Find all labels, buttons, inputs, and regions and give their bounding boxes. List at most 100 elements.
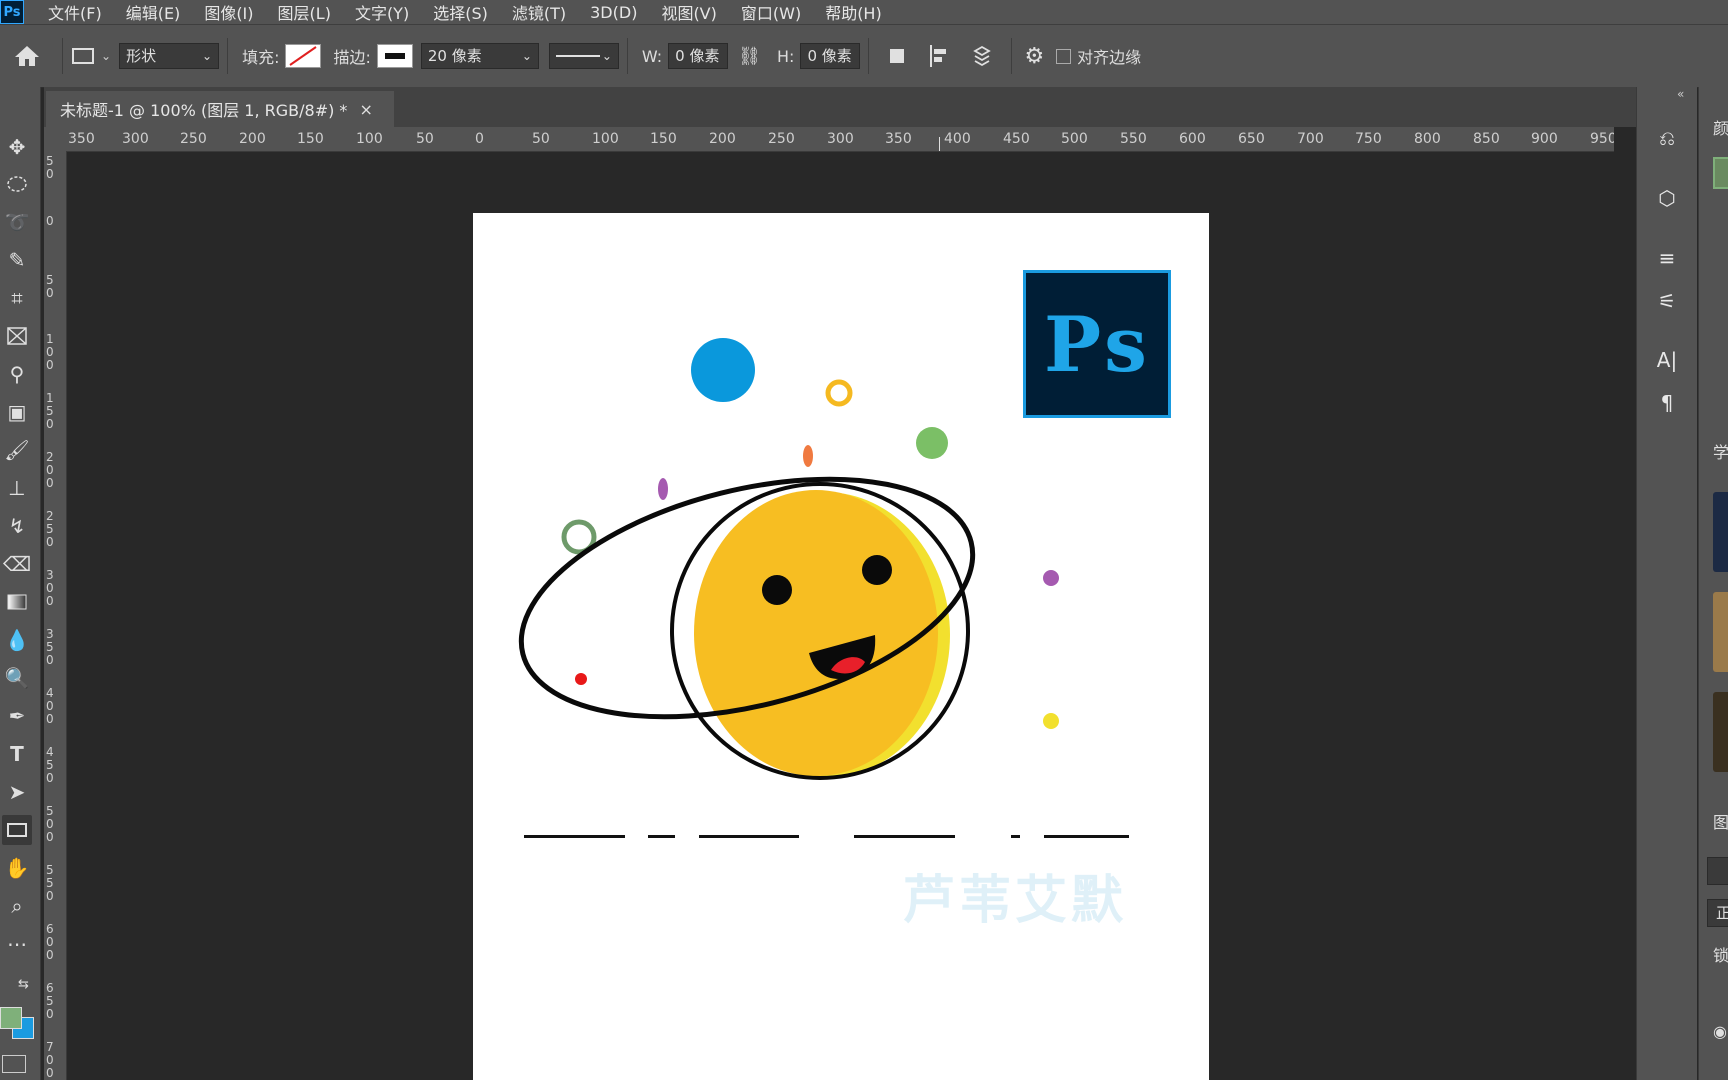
document-canvas[interactable]: Ps 芦苇艾默 [473, 213, 1209, 1080]
pen-tool-icon[interactable]: ✒ [2, 701, 32, 731]
ruler-h-label: 400 [944, 131, 971, 147]
vertical-ruler[interactable]: 5 0 0 5 0 1 0 0 1 5 0 2 0 0 2 5 0 3 0 0 … [44, 151, 67, 1080]
shape-mode-value: 形状 [126, 47, 157, 65]
width-input[interactable]: 0 像素 [668, 43, 729, 69]
menu-type[interactable]: 文字(Y) [355, 0, 409, 24]
stroke-type-select[interactable]: ⌄ [548, 43, 619, 69]
layer-search-field[interactable] [1707, 857, 1728, 885]
blue-dot [691, 338, 755, 402]
eyedropper-tool-icon[interactable]: ⚲ [2, 359, 32, 389]
learn-thumbnail[interactable] [1713, 492, 1728, 572]
foreground-color-swatch[interactable] [0, 1007, 22, 1029]
stroke-label: 描边: [333, 48, 371, 67]
eraser-tool-icon[interactable]: ⌫ [2, 549, 32, 579]
learn-thumbnail[interactable] [1713, 692, 1728, 772]
menu-view[interactable]: 视图(V) [661, 0, 716, 24]
marquee-tool-icon[interactable] [2, 169, 32, 199]
quick-mask-icon[interactable] [2, 1055, 26, 1073]
crop-tool-icon[interactable]: ⌗ [2, 283, 32, 313]
menu-3d[interactable]: 3D(D) [590, 3, 637, 22]
more-tools-icon[interactable]: ⋯ [2, 929, 32, 959]
stroke-size-input[interactable]: 20 像素 ⌄ [420, 43, 539, 69]
learn-panel-tab[interactable]: 学 [1713, 439, 1728, 463]
menu-filter[interactable]: 滤镜(T) [512, 0, 566, 24]
stroke-line-icon [555, 55, 600, 57]
frame-tool-icon[interactable] [2, 321, 32, 351]
adjustments-icon[interactable]: ⚟ [1651, 285, 1683, 317]
separator [626, 38, 628, 74]
move-tool-icon[interactable]: ✥ [2, 132, 32, 162]
ruler-v-label: 3 5 0 [46, 627, 54, 667]
ruler-v-label: 2 5 0 [46, 509, 54, 549]
swap-colors-icon[interactable]: ⇆ [18, 977, 29, 992]
menu-layer[interactable]: 图层(L) [278, 0, 331, 24]
path-arrangement-icon[interactable] [967, 41, 997, 71]
gradient-tool-icon[interactable] [2, 587, 32, 617]
fill-label: 填充: [242, 48, 280, 67]
document-tab-bar: 未标题-1 @ 100% (图层 1, RGB/8#) * × [44, 87, 1636, 127]
history-brush-tool-icon[interactable]: ↯ [2, 511, 32, 541]
ruler-v-label: 6 5 0 [46, 981, 54, 1021]
gear-icon[interactable]: ⚙ [1024, 44, 1044, 69]
menu-window[interactable]: 窗口(W) [741, 0, 801, 24]
menu-select[interactable]: 选择(S) [433, 0, 488, 24]
align-edges-checkbox[interactable] [1056, 48, 1072, 64]
horizontal-ruler[interactable]: 350 300 250 200 150 100 50 0 50 100 150 … [66, 127, 1614, 152]
fill-swatch[interactable] [285, 44, 322, 68]
path-selection-tool-icon[interactable]: ➤ [2, 777, 32, 807]
menu-help[interactable]: 帮助(H) [825, 0, 882, 24]
close-icon[interactable]: × [359, 100, 372, 119]
chevron-down-icon: ⌄ [202, 49, 213, 63]
dodge-tool-icon[interactable]: 🔍 [2, 663, 32, 693]
history-panel-icon[interactable]: ⎌ [1651, 122, 1683, 154]
ruler-h-label: 650 [1238, 131, 1265, 147]
height-input[interactable]: 0 像素 [800, 43, 861, 69]
menu-image[interactable]: 图像(I) [204, 0, 253, 24]
options-bar: ⌄ 形状 ⌄ 填充: 描边: 20 像素 ⌄ ⌄ W: 0 像素 ⛓ H: 0 … [0, 24, 1728, 88]
character-panel-icon[interactable]: A| [1651, 344, 1683, 376]
blur-tool-icon[interactable]: 💧 [2, 625, 32, 655]
brush-settings-icon[interactable]: ≡ [1651, 242, 1683, 274]
ruler-h-label: 350 [885, 131, 912, 147]
width-value: 0 像素 [675, 47, 720, 65]
layers-panel-tab[interactable]: 图 [1713, 809, 1728, 833]
color-panel-swatch[interactable] [1713, 157, 1728, 189]
lasso-tool-icon[interactable]: ➰ [2, 207, 32, 237]
paragraph-panel-icon[interactable]: ¶ [1651, 387, 1683, 419]
dash-line [524, 835, 625, 838]
learn-thumbnail[interactable] [1713, 592, 1728, 672]
ruler-v-label: 4 5 0 [46, 745, 54, 785]
stroke-swatch[interactable] [376, 44, 413, 68]
collapse-panels-icon[interactable]: « [1677, 87, 1684, 101]
patch-tool-icon[interactable]: ▣ [2, 397, 32, 427]
stamp-tool-icon[interactable]: ⊥ [2, 473, 32, 503]
link-icon[interactable]: ⛓ [738, 46, 761, 67]
yellow-ring [825, 379, 853, 407]
hand-tool-icon[interactable]: ✋ [2, 853, 32, 883]
menu-file[interactable]: 文件(F) [48, 0, 102, 24]
ruler-h-label: 250 [768, 131, 795, 147]
chevron-down-icon: ⌄ [101, 49, 112, 63]
tool-preset-picker[interactable]: ⌄ [71, 47, 111, 65]
rectangle-tool-icon[interactable] [2, 815, 32, 845]
visibility-eye-icon[interactable]: ◉ [1713, 1022, 1727, 1041]
menu-edit[interactable]: 编辑(E) [126, 0, 181, 24]
ring-purple-dot [1043, 570, 1059, 586]
home-icon [15, 46, 39, 66]
color-panel-tab[interactable]: 颜 [1713, 115, 1728, 139]
3d-panel-icon[interactable]: ⬡ [1651, 182, 1683, 214]
document-tab[interactable]: 未标题-1 @ 100% (图层 1, RGB/8#) * × [46, 91, 394, 127]
home-button[interactable] [0, 36, 54, 76]
app-logo[interactable]: Ps [0, 0, 24, 24]
quick-select-tool-icon[interactable]: ✎ [2, 245, 32, 275]
type-tool-icon[interactable]: T [2, 739, 32, 769]
path-alignment-icon[interactable] [925, 41, 955, 71]
dash-line [1044, 835, 1129, 838]
shape-mode-select[interactable]: 形状 ⌄ [119, 43, 220, 69]
ruler-h-label: 50 [416, 131, 434, 147]
brush-tool-icon[interactable]: 🖌 [2, 435, 32, 465]
blend-mode-select[interactable]: 正 [1707, 899, 1728, 927]
path-operations-icon[interactable] [883, 41, 913, 71]
ruler-h-label: 300 [122, 131, 149, 147]
zoom-tool-icon[interactable]: ⌕ [2, 891, 32, 921]
